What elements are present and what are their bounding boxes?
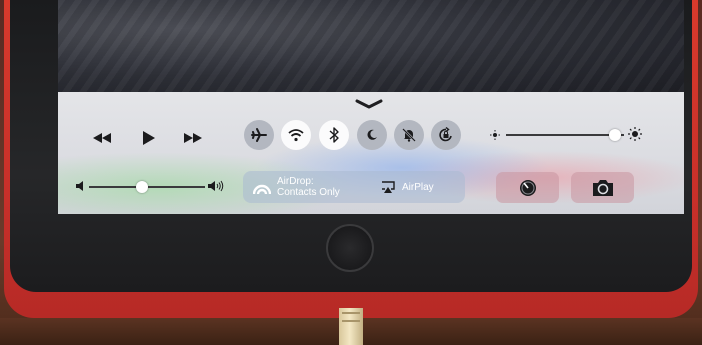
mute-toggle[interactable] — [394, 120, 424, 150]
bluetooth-toggle[interactable] — [319, 120, 349, 150]
brightness-low-icon — [490, 130, 500, 140]
rotation-lock-toggle[interactable] — [431, 120, 461, 150]
brightness-slider[interactable] — [506, 128, 624, 142]
airplay-icon — [382, 181, 395, 193]
photo-scene: AirDrop: Contacts Only AirPlay — [0, 0, 702, 345]
airplane-mode-toggle[interactable] — [244, 120, 274, 150]
do-not-disturb-toggle[interactable] — [357, 120, 387, 150]
airdrop-button[interactable]: AirDrop: Contacts Only — [243, 171, 371, 203]
timer-button[interactable] — [496, 172, 559, 203]
airdrop-subtitle: Contacts Only — [277, 187, 340, 198]
brightness-high-icon — [628, 127, 642, 141]
volume-low-icon — [76, 181, 83, 191]
camera-icon — [592, 179, 613, 196]
play-icon — [143, 131, 155, 145]
play-button[interactable] — [138, 128, 160, 148]
fast-forward-button[interactable] — [182, 128, 204, 148]
airdrop-icon — [253, 184, 271, 195]
airplay-label: AirPlay — [402, 182, 434, 193]
wifi-icon — [288, 129, 304, 142]
airdrop-title: AirDrop: — [277, 176, 314, 187]
brightness-slider-knob[interactable] — [609, 129, 621, 141]
volume-high-icon — [208, 180, 224, 192]
bluetooth-icon — [329, 127, 339, 143]
rewind-icon — [93, 133, 111, 143]
mute-icon — [402, 128, 416, 142]
airplane-icon — [251, 128, 267, 142]
volume-slider[interactable] — [89, 180, 205, 194]
control-center-panel: AirDrop: Contacts Only AirPlay — [58, 92, 684, 214]
fast-forward-icon — [184, 133, 202, 143]
rotation-lock-icon — [439, 127, 452, 142]
moon-icon — [367, 129, 377, 140]
camera-button[interactable] — [571, 172, 634, 203]
wifi-toggle[interactable] — [281, 120, 311, 150]
volume-slider-knob[interactable] — [136, 181, 148, 193]
timer-icon — [519, 179, 536, 196]
lightning-cable — [339, 308, 363, 345]
home-screen-wallpaper — [58, 0, 684, 96]
airplay-button[interactable]: AirPlay — [371, 171, 465, 203]
grabber-chevron-icon[interactable] — [355, 98, 383, 110]
rewind-button[interactable] — [91, 128, 113, 148]
home-button[interactable] — [326, 224, 374, 272]
